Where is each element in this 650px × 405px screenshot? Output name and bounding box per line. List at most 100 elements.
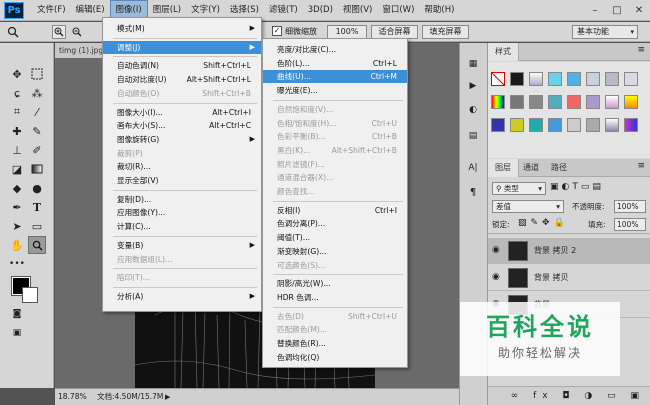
menu-item[interactable]: 色调均化(Q) <box>263 351 407 364</box>
menu-item[interactable]: 变量(B) ▶ <box>103 239 261 252</box>
zoom-tool-icon[interactable] <box>4 23 22 41</box>
eraser-tool-icon[interactable]: ◪ <box>8 160 26 178</box>
background-color-swatch[interactable] <box>22 287 38 303</box>
menu-item[interactable]: 自动色调(N) Shift+Ctrl+L <box>103 59 261 72</box>
eyedropper-icon[interactable]: ⁄ <box>28 103 46 121</box>
style-swatch[interactable] <box>529 118 543 132</box>
style-swatch[interactable] <box>624 118 638 132</box>
blend-mode-select[interactable]: 差值 ▾ <box>492 200 564 213</box>
menu-item[interactable]: 计算(C)... <box>103 220 261 233</box>
panel-menu-icon[interactable]: ≡ <box>637 45 645 55</box>
menu-7[interactable]: 3D(D) <box>303 0 338 21</box>
style-swatch[interactable] <box>548 95 562 109</box>
tab-styles[interactable]: 样式 <box>488 43 519 61</box>
style-swatch[interactable] <box>624 72 638 86</box>
style-swatch[interactable] <box>548 72 562 86</box>
menu-item[interactable]: 模式(M) ▶ <box>103 22 261 35</box>
fill-screen-button[interactable]: 填充屏幕 <box>422 25 469 39</box>
actions-panel-icon[interactable]: ▶ <box>464 77 482 95</box>
menu-item[interactable]: 曲线(U)... Ctrl+M <box>263 70 407 84</box>
menu-item[interactable]: 裁切(R)... <box>103 160 261 173</box>
menu-item[interactable]: 调整(J) ▶ <box>103 40 261 54</box>
type-tool-icon[interactable]: T <box>28 198 46 216</box>
style-swatch[interactable] <box>548 118 562 132</box>
path-selection-icon[interactable]: ➤ <box>8 217 26 235</box>
style-swatch[interactable] <box>510 95 524 109</box>
more-tools-icon[interactable]: ••• <box>8 255 26 273</box>
opacity-input[interactable]: 100% <box>614 200 646 213</box>
character-panel-icon[interactable]: A| <box>464 159 482 177</box>
close-button[interactable]: ✕ <box>628 0 650 21</box>
layer-row[interactable]: ◉ 背景 拷贝 2 <box>488 238 650 264</box>
menu-item[interactable]: 反相(I) Ctrl+I <box>263 204 407 217</box>
menu-item[interactable]: 渐变映射(G)... <box>263 245 407 258</box>
history-brush-icon[interactable]: ✐ <box>28 141 46 159</box>
eye-icon[interactable]: ◉ <box>492 245 502 255</box>
style-swatch[interactable] <box>491 118 505 132</box>
clone-stamp-icon[interactable]: ⊥ <box>8 141 26 159</box>
tab-paths[interactable]: 路径 <box>544 159 574 177</box>
paragraph-panel-icon[interactable]: ¶ <box>464 183 482 201</box>
style-none-swatch[interactable] <box>491 72 505 86</box>
menu-item[interactable]: HDR 色调... <box>263 291 407 304</box>
menu-item[interactable]: 替换颜色(R)... <box>263 337 407 350</box>
style-swatch[interactable] <box>510 118 524 132</box>
style-swatch[interactable] <box>605 72 619 86</box>
hand-tool-icon[interactable]: ✋ <box>8 236 26 254</box>
zoom-tool-icon[interactable] <box>28 236 46 254</box>
quick-mask-icon[interactable]: ◙ <box>8 305 26 323</box>
panel-menu-icon[interactable]: ≡ <box>637 161 645 171</box>
menu-item[interactable]: 亮度/对比度(C)... <box>263 43 407 56</box>
style-swatch[interactable] <box>567 118 581 132</box>
gradient-tool-icon[interactable] <box>28 160 46 178</box>
menu-item[interactable]: 画布大小(S)... Alt+Ctrl+C <box>103 119 261 132</box>
menu-0[interactable]: 文件(F) <box>32 0 71 21</box>
move-tool-icon[interactable]: ✥ <box>8 65 26 83</box>
style-swatch[interactable] <box>586 72 600 86</box>
menu-item[interactable]: 色阶(L)... Ctrl+L <box>263 57 407 70</box>
menu-item[interactable]: 曝光度(E)... <box>263 84 407 97</box>
crop-tool-icon[interactable]: ⌗ <box>8 103 26 121</box>
style-swatch[interactable] <box>529 95 543 109</box>
menu-item[interactable]: 自动对比度(U) Alt+Shift+Ctrl+L <box>103 73 261 86</box>
style-swatch[interactable] <box>567 95 581 109</box>
workspace-select[interactable]: 基本功能 ▾ <box>572 25 638 39</box>
minimize-button[interactable]: – <box>584 0 606 21</box>
status-arrow-icon[interactable]: ▶ <box>165 389 170 405</box>
menu-item[interactable]: 色调分离(P)... <box>263 217 407 230</box>
zoom-out-icon[interactable] <box>68 23 86 41</box>
menu-9[interactable]: 窗口(W) <box>377 0 419 21</box>
layers-footer-icons[interactable]: ∞ fx ◘ ◑ ▭ ▣ 🗑 <box>488 386 650 405</box>
tab-channels[interactable]: 通道 <box>516 159 546 177</box>
zoom-in-icon[interactable] <box>50 23 68 41</box>
menu-item[interactable]: 阴影/高光(W)... <box>263 277 407 290</box>
marquee-tool-icon[interactable] <box>28 65 46 83</box>
lock-icons[interactable]: ▨✎✥🔒 <box>518 218 569 228</box>
menu-10[interactable]: 帮助(H) <box>419 0 459 21</box>
menu-item[interactable]: 分析(A) ▶ <box>103 290 261 303</box>
zoom-percent-button[interactable]: 100% <box>327 25 367 39</box>
menu-item[interactable]: 图像旋转(G) ▶ <box>103 133 261 146</box>
menu-8[interactable]: 视图(V) <box>338 0 377 21</box>
menu-item[interactable]: 复制(D)... <box>103 193 261 206</box>
healing-brush-icon[interactable]: ✚ <box>8 122 26 140</box>
brush-tool-icon[interactable]: ✎ <box>28 122 46 140</box>
menu-item[interactable]: 图像大小(I)... Alt+Ctrl+I <box>103 106 261 119</box>
menu-item[interactable]: 阈值(T)... <box>263 231 407 244</box>
magic-wand-icon[interactable]: ⁂ <box>28 84 46 102</box>
lasso-tool-icon[interactable]: ɕ <box>8 84 26 102</box>
filter-icons[interactable]: ▣◐T▭▤ <box>550 182 604 192</box>
menu-item[interactable]: 应用图像(Y)... <box>103 206 261 219</box>
history-panel-icon[interactable]: ▦ <box>464 55 482 73</box>
tab-layers[interactable]: 图层 <box>488 159 519 177</box>
adjustments-panel-icon[interactable]: ◐ <box>464 101 482 119</box>
layer-row[interactable]: ◉ 背景 拷贝 <box>488 265 650 291</box>
properties-panel-icon[interactable]: ▤ <box>464 127 482 145</box>
style-swatch[interactable] <box>586 95 600 109</box>
fill-input[interactable]: 100% <box>614 218 646 231</box>
style-swatch[interactable] <box>624 95 638 109</box>
style-swatch[interactable] <box>605 118 619 132</box>
screen-mode-icon[interactable]: ▣ <box>8 324 26 342</box>
style-swatch[interactable] <box>586 118 600 132</box>
style-swatch[interactable] <box>510 72 524 86</box>
